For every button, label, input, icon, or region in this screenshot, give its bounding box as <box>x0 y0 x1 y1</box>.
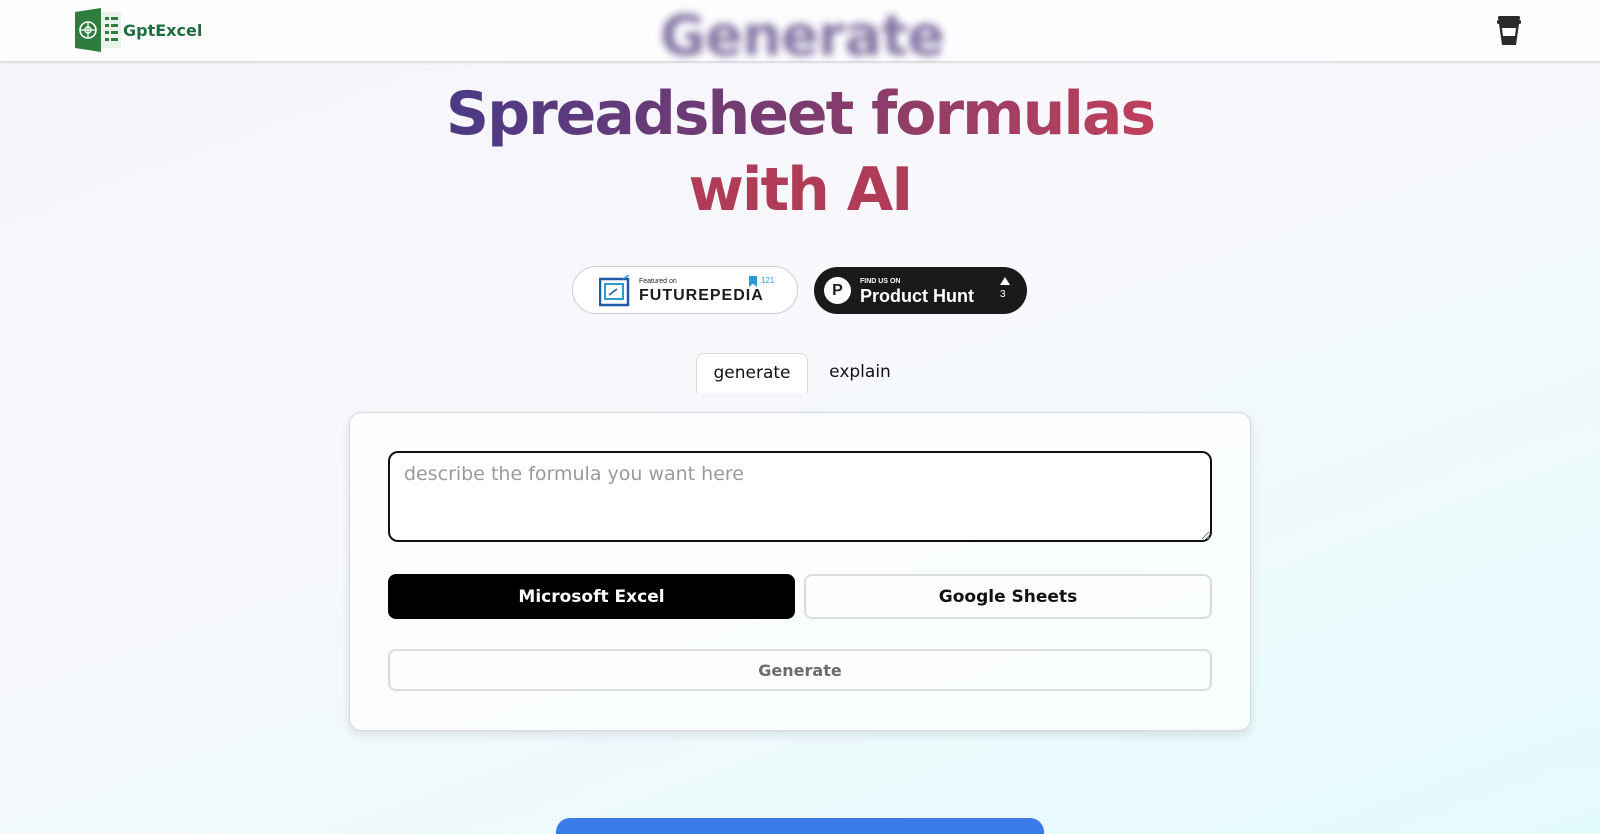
logo-text: GptExcel <box>123 20 203 40</box>
coffee-cup-icon[interactable] <box>1496 14 1522 46</box>
top-nav: GptExcel Generate <box>0 0 1600 69</box>
announcement-banner[interactable] <box>556 818 1044 834</box>
google-sheets-button[interactable]: Google Sheets <box>804 574 1212 619</box>
hero-title: Spreadsheet formulas with AI <box>0 76 1600 228</box>
hero-line-2: with AI <box>688 155 913 225</box>
producthunt-caption: FIND US ON <box>860 278 901 285</box>
microsoft-excel-button[interactable]: Microsoft Excel <box>388 574 795 619</box>
futurepedia-count: 121 <box>761 276 775 285</box>
blurred-heading: Generate <box>660 4 945 69</box>
futurepedia-badge[interactable]: Featured on FUTUREPEDIA 121 <box>572 266 798 314</box>
bookmark-icon <box>749 276 757 287</box>
logo[interactable]: GptExcel <box>75 8 202 52</box>
tab-generate[interactable]: generate <box>696 353 808 393</box>
hero-line-1: Spreadsheet formulas <box>446 76 1156 152</box>
excel-logo-icon <box>75 8 121 52</box>
upvote-count: 3 <box>1000 289 1006 300</box>
tab-explain[interactable]: explain <box>820 353 900 393</box>
futurepedia-icon <box>598 274 631 307</box>
generate-button[interactable]: Generate <box>388 649 1212 691</box>
producthunt-logo-icon: P <box>824 277 851 304</box>
formula-description-input[interactable] <box>388 451 1212 542</box>
futurepedia-name: FUTUREPEDIA <box>639 287 764 304</box>
futurepedia-caption: Featured on <box>639 278 677 285</box>
producthunt-badge[interactable]: P FIND US ON Product Hunt 3 <box>814 267 1027 314</box>
upvote-arrow-icon <box>1000 277 1010 285</box>
producthunt-name: Product Hunt <box>860 286 974 306</box>
